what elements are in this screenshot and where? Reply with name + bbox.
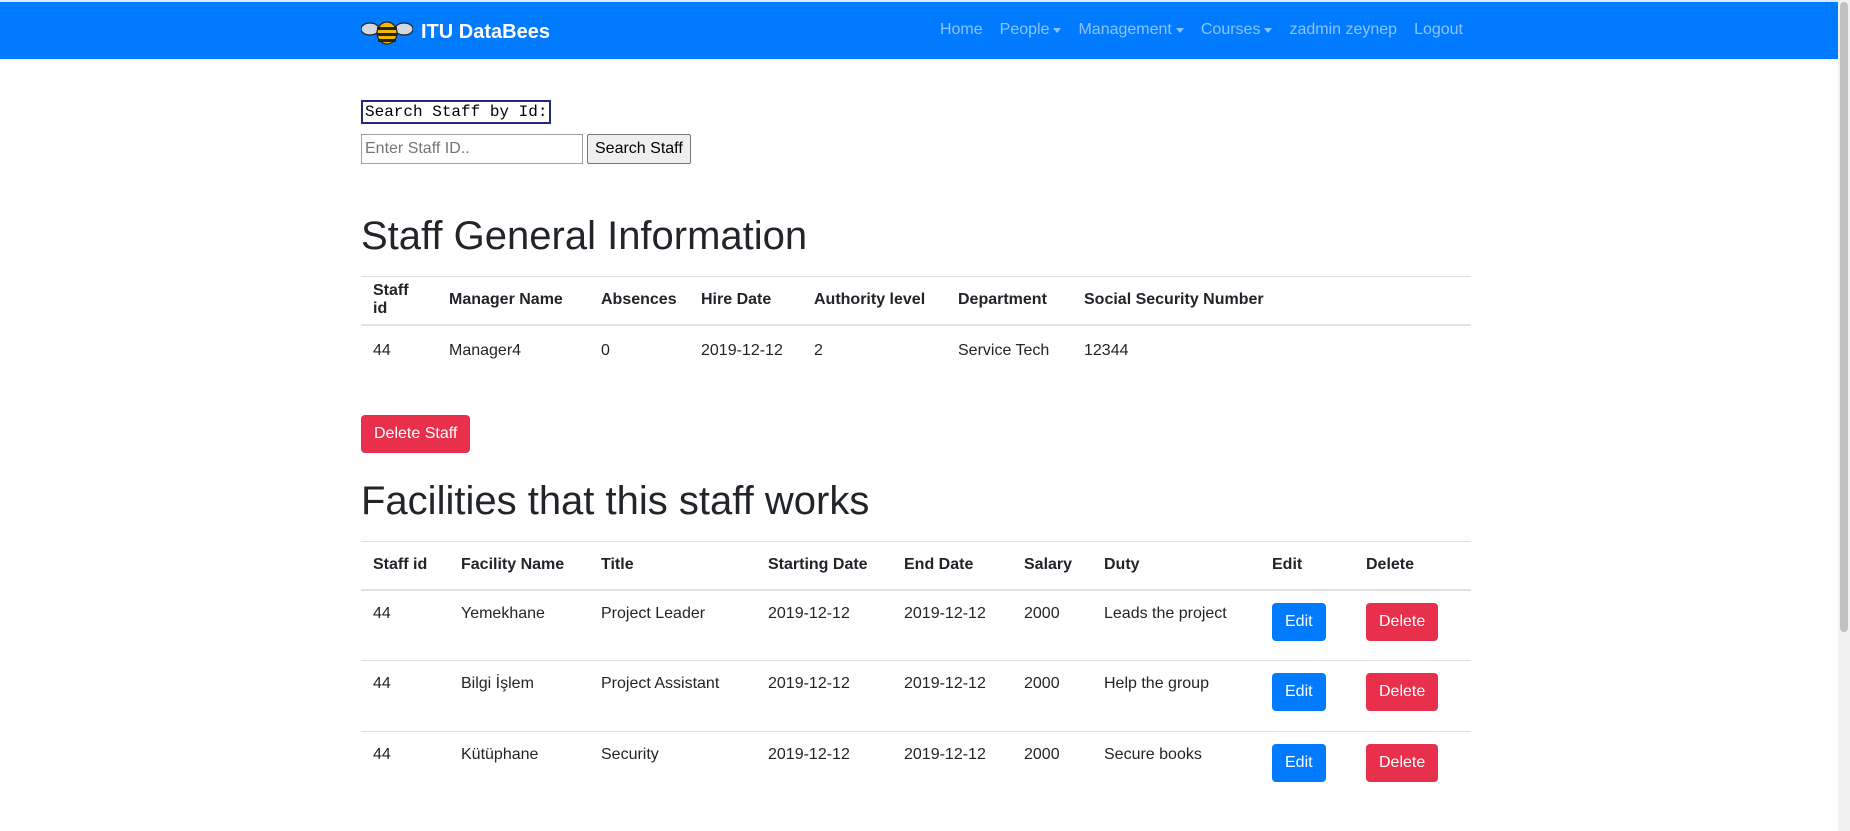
table-header-row: Staff id Manager Name Absences Hire Date… [361,276,1471,326]
column-header: Staff id [361,541,449,591]
table-cell: 2000 [1012,660,1092,732]
column-header: Duty [1092,541,1260,591]
nav-home[interactable]: Home [940,21,983,39]
general-info-title: Staff General Information [361,214,808,258]
staff-id-input[interactable] [361,134,583,164]
table-cell: 2019-12-12 [892,731,1012,803]
column-header: Department [946,276,1072,326]
navbar: ITU DataBees Home People Management Cour… [0,0,1838,59]
column-header: Delete [1354,541,1471,591]
column-header: End Date [892,541,1012,591]
column-header: Hire Date [689,276,802,326]
nav-courses-label: Courses [1200,21,1261,38]
nav-courses-dropdown[interactable]: Courses [1201,21,1273,39]
table-cell: 2019-12-12 [756,589,892,661]
nav-people-dropdown[interactable]: People [1000,21,1062,39]
search-staff-button[interactable]: Search Staff [587,134,691,164]
table-cell: Delete [1354,589,1471,661]
table-cell: Project Assistant [589,660,756,732]
table-cell: 2 [802,324,946,377]
edit-button[interactable]: Edit [1272,744,1326,782]
delete-button[interactable]: Delete [1366,673,1439,711]
table-cell: Delete [1354,660,1471,732]
nav-management-dropdown[interactable]: Management [1078,21,1184,39]
table-cell: Kütüphane [449,731,589,803]
column-header: Title [589,541,756,591]
edit-button[interactable]: Edit [1272,602,1326,641]
table-row: 44 Yemekhane Project Leader 2019-12-12 2… [361,589,1471,661]
table-cell: 2000 [1012,731,1092,803]
vertical-scrollbar[interactable] [1838,0,1850,831]
column-header: Edit [1260,541,1354,591]
delete-button[interactable]: Delete [1366,744,1439,782]
nav-links: Home People Management Courses zadmin ze… [923,21,1463,39]
table-cell: Secure books [1092,731,1260,803]
column-header: Manager Name [437,276,589,326]
table-cell: Manager4 [437,324,589,377]
caret-down-icon [1053,27,1062,33]
delete-button[interactable]: Delete [1366,602,1439,641]
nav-home-label: Home [939,21,983,38]
table-cell: Edit [1260,660,1354,732]
table-cell: Security [589,731,756,803]
table-cell: 44 [361,589,449,661]
table-header-row: Staff id Facility Name Title Starting Da… [361,541,1471,591]
table-cell: 2019-12-12 [892,660,1012,732]
edit-button[interactable]: Edit [1272,673,1326,711]
nav-management-label: Management [1078,21,1172,38]
table-row: 44 Kütüphane Security 2019-12-12 2019-12… [361,731,1471,803]
table-cell: 2000 [1012,589,1092,661]
table-cell: Yemekhane [449,589,589,661]
delete-staff-button[interactable]: Delete Staff [361,415,471,453]
search-label: Search Staff by Id: [361,100,552,124]
table-cell: Project Leader [589,589,756,661]
table-cell: 0 [589,324,689,377]
bee-logo-icon [361,21,413,45]
table-cell: 2019-12-12 [892,589,1012,661]
table-cell: Edit [1260,731,1354,803]
nav-logout-label: Logout [1414,21,1463,38]
column-header: Absences [589,276,689,326]
table-cell: 44 [361,731,449,803]
table-cell: 44 [361,324,437,377]
nav-people-label: People [999,21,1050,38]
table-cell: 2019-12-12 [756,660,892,732]
table-row: 44 Bilgi İşlem Project Assistant 2019-12… [361,660,1471,732]
table-cell: Service Tech [946,324,1072,377]
column-header: Facility Name [449,541,589,591]
column-header: Starting Date [756,541,892,591]
caret-down-icon [1175,27,1184,33]
column-header: Salary [1012,541,1092,591]
general-info-table: Staff id Manager Name Absences Hire Date… [361,276,1471,377]
table-cell: 2019-12-12 [689,324,802,377]
column-header: Staff id [361,276,437,326]
table-cell: 44 [361,660,449,732]
column-header: Social Security Number [1072,276,1471,326]
table-cell: Bilgi İşlem [449,660,589,732]
table-row: 44 Manager4 0 2019-12-12 2 Service Tech … [361,324,1471,377]
page: ITU DataBees Home People Management Cour… [0,0,1850,831]
table-cell: 12344 [1072,324,1471,377]
nav-user[interactable]: zadmin zeynep [1289,21,1397,39]
facilities-title: Facilities that this staff works [361,479,870,523]
brand-link[interactable]: ITU DataBees [361,19,550,45]
nav-logout[interactable]: Logout [1414,21,1463,39]
table-cell: Edit [1260,589,1354,661]
table-cell: Delete [1354,731,1471,803]
table-cell: 2019-12-12 [756,731,892,803]
caret-down-icon [1264,27,1273,33]
scrollbar-thumb[interactable] [1840,2,1848,632]
table-cell: Help the group [1092,660,1260,732]
column-header: Authority level [802,276,946,326]
table-cell: Leads the project [1092,589,1260,661]
facilities-table: Staff id Facility Name Title Starting Da… [361,541,1471,803]
brand-name: ITU DataBees [421,20,550,43]
nav-user-label: zadmin zeynep [1289,21,1398,38]
